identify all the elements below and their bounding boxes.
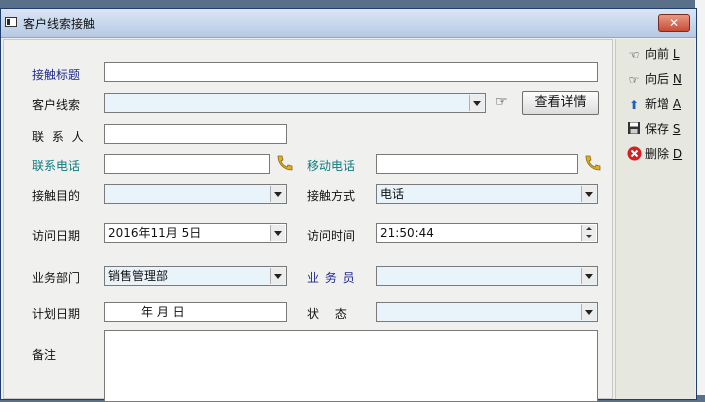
remark-label: 备注 <box>32 348 57 362</box>
plan-date-field[interactable]: 年 月 日 <box>104 302 287 322</box>
prev-shortcut: L <box>672 47 680 61</box>
window-icon <box>5 17 17 27</box>
lead-select[interactable] <box>104 93 486 113</box>
chevron-down-icon[interactable] <box>581 186 596 202</box>
chevron-down-icon[interactable] <box>270 268 285 284</box>
delete-label: 删除 <box>645 147 670 161</box>
chevron-down-icon[interactable] <box>581 304 596 320</box>
mobile-phone-icon[interactable] <box>583 154 601 172</box>
save-label: 保存 <box>645 122 670 136</box>
dialog-window: 客户线索接触 ✕ 接触标题 客户线索 ☞ 查看详情 联 系 人 联系电话 移动电… <box>0 8 697 402</box>
new-button[interactable]: ⬆ 新增 A <box>626 95 681 115</box>
phone-icon[interactable] <box>275 154 293 172</box>
title-bar: 客户线索接触 ✕ <box>1 9 696 38</box>
subject-field[interactable] <box>104 62 598 82</box>
status-label: 状 态 <box>307 307 347 321</box>
salesperson-select[interactable] <box>376 266 598 286</box>
visit-time-field[interactable]: 21:50:44 <box>376 223 598 243</box>
delete-icon <box>626 146 642 164</box>
subject-label: 接触标题 <box>32 68 81 82</box>
phone-label: 联系电话 <box>32 159 81 173</box>
visit-time-label: 访问时间 <box>307 229 356 243</box>
visit-date-label: 访问日期 <box>32 229 81 243</box>
plan-date-label: 计划日期 <box>32 307 81 321</box>
purpose-select[interactable] <box>104 184 287 204</box>
floppy-disk-icon <box>626 121 642 138</box>
hand-right-icon: ☞ <box>628 72 640 87</box>
action-sidebar: ☜ 向前 L ☞ 向后 N ⬆ 新增 A 保存 S 删除 D <box>615 39 695 399</box>
mobile-field[interactable] <box>376 154 578 174</box>
salesperson-label: 业 务 员 <box>307 271 356 285</box>
department-value: 销售管理部 <box>108 269 169 283</box>
lead-label: 客户线索 <box>32 98 81 112</box>
form-panel: 接触标题 客户线索 ☞ 查看详情 联 系 人 联系电话 移动电话 接触目的 接触… <box>3 39 613 402</box>
chevron-down-icon[interactable] <box>270 186 285 202</box>
close-button[interactable]: ✕ <box>658 14 690 32</box>
prev-label: 向前 <box>645 47 670 61</box>
contact-field[interactable] <box>104 124 287 144</box>
pointing-hand-icon: ☞ <box>495 94 508 110</box>
new-shortcut: A <box>672 97 682 111</box>
window-title: 客户线索接触 <box>23 17 96 31</box>
method-value: 电话 <box>380 187 405 201</box>
status-select[interactable] <box>376 302 598 322</box>
remark-textarea[interactable] <box>104 330 598 402</box>
chevron-down-icon[interactable] <box>469 95 484 111</box>
chevron-down-icon[interactable] <box>270 225 285 241</box>
visit-time-value: 21:50:44 <box>380 226 434 240</box>
prev-button[interactable]: ☜ 向前 L <box>626 45 680 65</box>
chevron-down-icon[interactable] <box>581 268 596 284</box>
method-select[interactable]: 电话 <box>376 184 598 204</box>
hand-left-icon: ☜ <box>628 47 640 62</box>
department-label: 业务部门 <box>32 271 81 285</box>
save-button[interactable]: 保存 S <box>626 120 680 140</box>
next-button[interactable]: ☞ 向后 N <box>626 70 682 90</box>
next-label: 向后 <box>645 72 670 86</box>
visit-date-picker[interactable]: 2016年11月 5日 <box>104 223 287 243</box>
visit-date-value: 2016年11月 5日 <box>108 226 202 240</box>
view-details-button[interactable]: 查看详情 <box>522 91 599 115</box>
contact-label: 联 系 人 <box>32 130 86 144</box>
save-shortcut: S <box>672 122 681 136</box>
mobile-label: 移动电话 <box>307 159 356 173</box>
time-spinner[interactable] <box>581 225 596 241</box>
department-select[interactable]: 销售管理部 <box>104 266 287 286</box>
new-label: 新增 <box>645 97 670 111</box>
purpose-label: 接触目的 <box>32 189 81 203</box>
delete-button[interactable]: 删除 D <box>626 145 682 165</box>
method-label: 接触方式 <box>307 189 356 203</box>
next-shortcut: N <box>672 72 682 86</box>
new-record-icon: ⬆ <box>628 97 640 112</box>
phone-field[interactable] <box>104 154 270 174</box>
delete-shortcut: D <box>672 147 683 161</box>
